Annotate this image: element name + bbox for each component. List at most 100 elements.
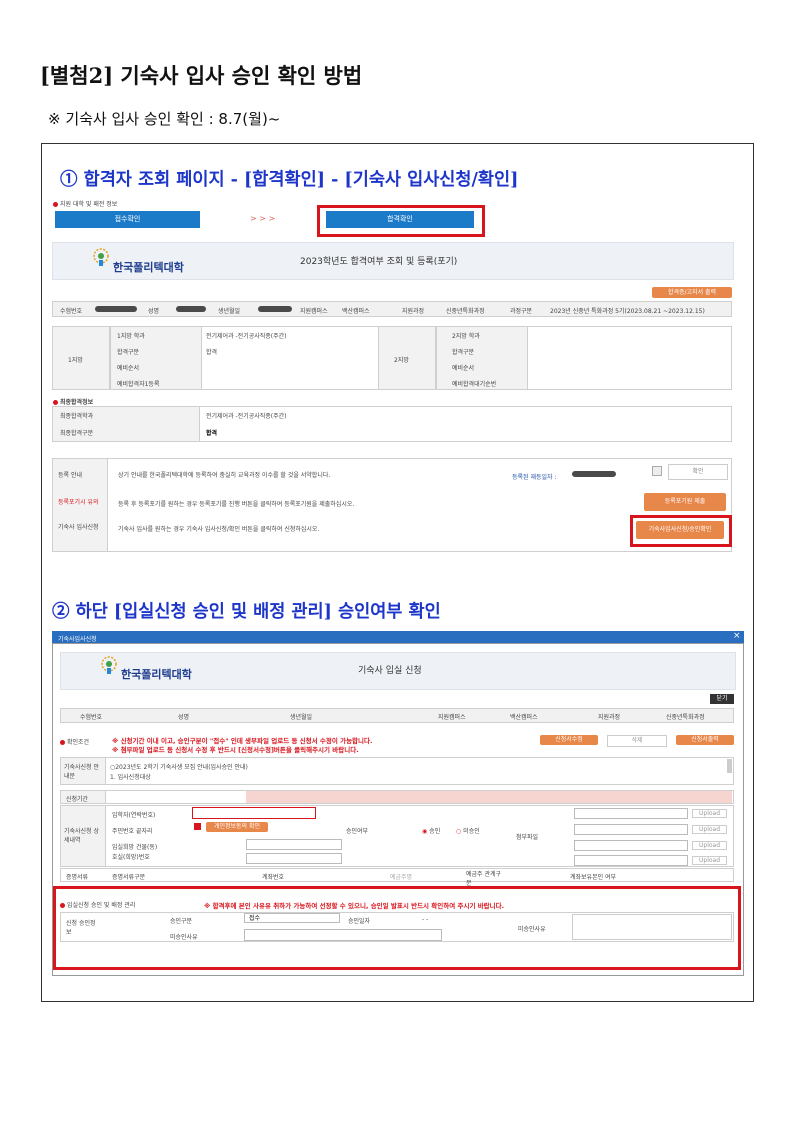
highlight-box-pass bbox=[317, 205, 485, 237]
step2-title: ② 하단 [입실신청 승인 및 배정 관리] 승인여부 확인 bbox=[52, 602, 441, 622]
privacy-agree-button[interactable]: 개인정보동의 확인 bbox=[206, 822, 268, 832]
page-heading: [별첨2] 기숙사 입사 승인 확인 방법 bbox=[40, 63, 363, 88]
label-birthdate: 생년월일 bbox=[290, 714, 313, 721]
building-select[interactable] bbox=[246, 839, 342, 850]
label-course-type: 과정구분 bbox=[510, 308, 533, 315]
edit-application-button[interactable]: 신청서수정 bbox=[540, 735, 598, 745]
phone-input[interactable] bbox=[192, 807, 316, 819]
logo-text: 한국폴리텍대학 bbox=[113, 261, 184, 274]
bullet-icon bbox=[53, 400, 58, 405]
period-label: 신청기간 bbox=[66, 796, 89, 803]
print-application-button[interactable]: 신청서출력 bbox=[676, 735, 734, 745]
choice2-key: 합격구분 bbox=[452, 349, 475, 356]
notice-label-text: 확인조건 bbox=[67, 739, 90, 746]
value-campus: 백산캠퍼스 bbox=[510, 714, 538, 721]
final-key: 최종합격구분 bbox=[60, 430, 94, 437]
agree-checkbox[interactable] bbox=[194, 823, 201, 830]
close-icon[interactable]: × bbox=[733, 631, 741, 641]
choice1-key: 예비순서 bbox=[117, 365, 140, 372]
step1-section-label: 지원 대학 및 패전 정보 bbox=[53, 199, 117, 208]
value-campus: 백산캠퍼스 bbox=[342, 308, 370, 315]
choice1-value: 합격 bbox=[206, 349, 218, 356]
upload-button[interactable]: Upload bbox=[692, 809, 728, 818]
final-value: 합격 bbox=[206, 430, 218, 437]
choice2-label: 2지망 bbox=[394, 357, 409, 364]
label-course: 지원과정 bbox=[402, 308, 425, 315]
value-course: 신중년특화과정 bbox=[666, 714, 705, 721]
final-value: 전기제어과 -전기공사직종(주간) bbox=[206, 413, 287, 420]
step-arrows: > > > bbox=[250, 214, 276, 223]
choice2-key: 예비합격대기순번 bbox=[452, 381, 497, 388]
final-key: 최종합격학과 bbox=[60, 413, 94, 420]
bank-row-label: 증명서류구분 bbox=[112, 874, 146, 881]
attach-select[interactable] bbox=[574, 855, 688, 866]
upload-button[interactable]: Upload bbox=[692, 841, 728, 850]
label-name: 성명 bbox=[178, 714, 190, 721]
notice-line: ※ 첨부파일 업로드 등 신청서 수정 후 반드시 [신청서수정]버튼을 클릭해… bbox=[112, 746, 359, 754]
guide-line: ○2023년도 2학기 기숙사생 모집 안내(입사승인 안내) bbox=[110, 764, 248, 771]
choice2-key: 2지망 학과 bbox=[452, 333, 480, 340]
notice-label: 확인조건 bbox=[60, 737, 89, 746]
cancel-text: 등록 후 등록포기를 원하는 경우 등록포기를 진행 버튼을 클릭하여 등록포기… bbox=[118, 501, 355, 508]
value-course-type: 2023년 신중년 특화과정 5기(2023.08.21 ~2023.12.15… bbox=[550, 308, 705, 315]
confirm-button[interactable]: 확인 bbox=[668, 464, 728, 480]
redacted-value bbox=[258, 306, 292, 312]
choice2-key: 예비순서 bbox=[452, 365, 475, 372]
label-name: 성명 bbox=[148, 308, 160, 315]
final-section-label: 최종합격정보 bbox=[53, 397, 93, 406]
room-select[interactable] bbox=[246, 853, 342, 864]
label-birthdate: 생년월일 bbox=[218, 308, 241, 315]
attach-select[interactable] bbox=[574, 824, 688, 835]
upload-button[interactable]: Upload bbox=[692, 856, 728, 865]
print-certificate-button[interactable]: 합격증/고지서 출력 bbox=[652, 287, 732, 298]
detail-row-label: 입학자(연락번호) bbox=[112, 812, 156, 819]
detail-label: 기숙사신청 상세내역 bbox=[64, 828, 100, 844]
detail-row-label: 호실(희망)번호 bbox=[112, 854, 150, 861]
choice1-value: 전기제어과 -전기공사직종(주간) bbox=[206, 333, 287, 340]
label-campus: 지원캠퍼스 bbox=[300, 308, 328, 315]
reg-text: 상기 안내를 한국폴리텍대학에 등록하여 충실히 교육과정 이수를 할 것을 서… bbox=[118, 472, 331, 479]
bank-row-label: 예금주명 bbox=[390, 874, 413, 881]
bullet-icon bbox=[53, 202, 58, 207]
delete-button[interactable]: 삭제 bbox=[607, 735, 667, 747]
radio-checked-icon: ◉ bbox=[422, 828, 428, 835]
confirm-checkbox[interactable] bbox=[652, 466, 662, 476]
detail-row-label: 주민번호 끝자리 bbox=[112, 828, 153, 835]
radio-reject-label: 미승인 bbox=[463, 828, 480, 835]
cancel-registration-button[interactable]: 등록포기원 제출 bbox=[644, 493, 726, 511]
upload-button[interactable]: Upload bbox=[692, 825, 728, 834]
bank-row-label: 예금주 관계구분 bbox=[466, 871, 502, 887]
popup-titlebar bbox=[52, 631, 744, 643]
guide-scrollbar[interactable] bbox=[727, 759, 732, 773]
choice1-label: 1지망 bbox=[68, 357, 83, 364]
attach-select[interactable] bbox=[574, 808, 688, 819]
bullet-icon bbox=[60, 740, 65, 745]
bank-row-label: 계좌보유본인 여부 bbox=[570, 874, 617, 881]
dorm-text: 기숙사 입사를 원하는 경우 기숙사 입사신청/확인 버튼을 클릭하여 신청하십… bbox=[118, 526, 320, 533]
label-exam-number: 수험번호 bbox=[60, 308, 83, 315]
final-label-text: 최종합격정보 bbox=[60, 399, 94, 406]
bank-row-label: 증명서류 bbox=[66, 874, 89, 881]
attach-select[interactable] bbox=[574, 840, 688, 851]
step1-title: ① 합격자 조회 페이지 - [합격확인] - [기숙사 입사신청/확인] bbox=[60, 170, 519, 190]
banner-title: 2023학년도 합격여부 조회 및 등록(포기) bbox=[300, 257, 458, 267]
radio-reject[interactable]: ○ 미승인 bbox=[456, 826, 480, 835]
radio-approve-label: 승인 bbox=[429, 828, 441, 835]
dorm-label: 기숙사 입사신청 bbox=[58, 524, 99, 531]
redacted-value bbox=[572, 471, 616, 477]
reg-date-label: 등록된 재등일자 : bbox=[512, 474, 557, 481]
receipt-check-button[interactable]: 접수확인 bbox=[55, 211, 200, 228]
choice1-key: 1지망 학과 bbox=[117, 333, 145, 340]
cancel-label: 등록포기시 유의 bbox=[58, 499, 99, 506]
logo-text: 한국폴리텍대학 bbox=[121, 668, 192, 681]
reg-label: 등록 안내 bbox=[58, 472, 82, 479]
value-course: 신중년특화과정 bbox=[446, 308, 485, 315]
radio-approve[interactable]: ◉ 승인 bbox=[422, 826, 440, 835]
radio-unchecked-icon: ○ bbox=[456, 828, 462, 835]
label-exam-number: 수험번호 bbox=[80, 714, 103, 721]
label-course: 지원과정 bbox=[598, 714, 621, 721]
popup-title: 기숙사입사신청 bbox=[58, 636, 97, 643]
close-tag-button[interactable]: 닫기 bbox=[710, 694, 734, 704]
bank-row-label: 계좌번호 bbox=[262, 874, 285, 881]
guide-label: 기숙사신청 안내문 bbox=[64, 764, 100, 780]
